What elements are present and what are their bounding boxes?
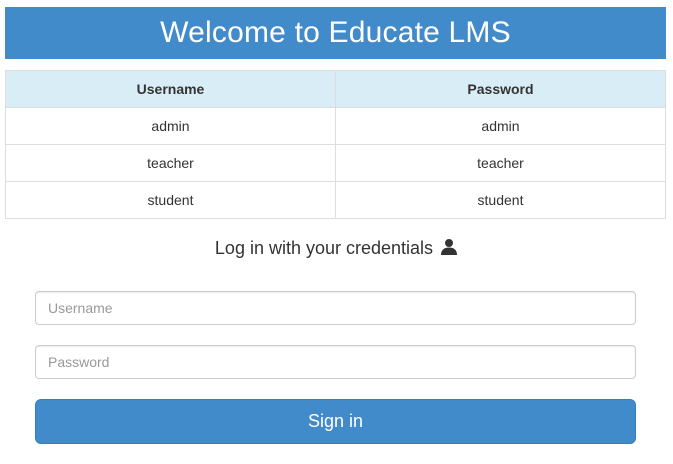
- password-input[interactable]: [35, 345, 636, 379]
- welcome-banner: Welcome to Educate LMS: [5, 7, 666, 59]
- sign-in-button[interactable]: Sign in: [35, 399, 636, 444]
- table-cell-password: admin: [335, 107, 666, 145]
- table-cell-password: teacher: [335, 144, 666, 182]
- table-cell-username: student: [5, 181, 336, 219]
- credentials-table: Username Password admin admin teacher te…: [5, 70, 666, 219]
- login-heading: Log in with your credentials: [0, 238, 673, 259]
- table-cell-username: admin: [5, 107, 336, 145]
- username-input[interactable]: [35, 291, 636, 325]
- table-row: student student: [5, 181, 666, 219]
- table-header-row: Username Password: [5, 70, 666, 108]
- login-heading-text: Log in with your credentials: [214, 238, 434, 258]
- table-row: teacher teacher: [5, 144, 666, 182]
- user-icon: [440, 238, 458, 256]
- table-row: admin admin: [5, 107, 666, 145]
- table-cell-username: teacher: [5, 144, 336, 182]
- column-header-password: Password: [335, 70, 666, 108]
- table-cell-password: student: [335, 181, 666, 219]
- page-title: Welcome to Educate LMS: [160, 16, 511, 49]
- column-header-username: Username: [5, 70, 336, 108]
